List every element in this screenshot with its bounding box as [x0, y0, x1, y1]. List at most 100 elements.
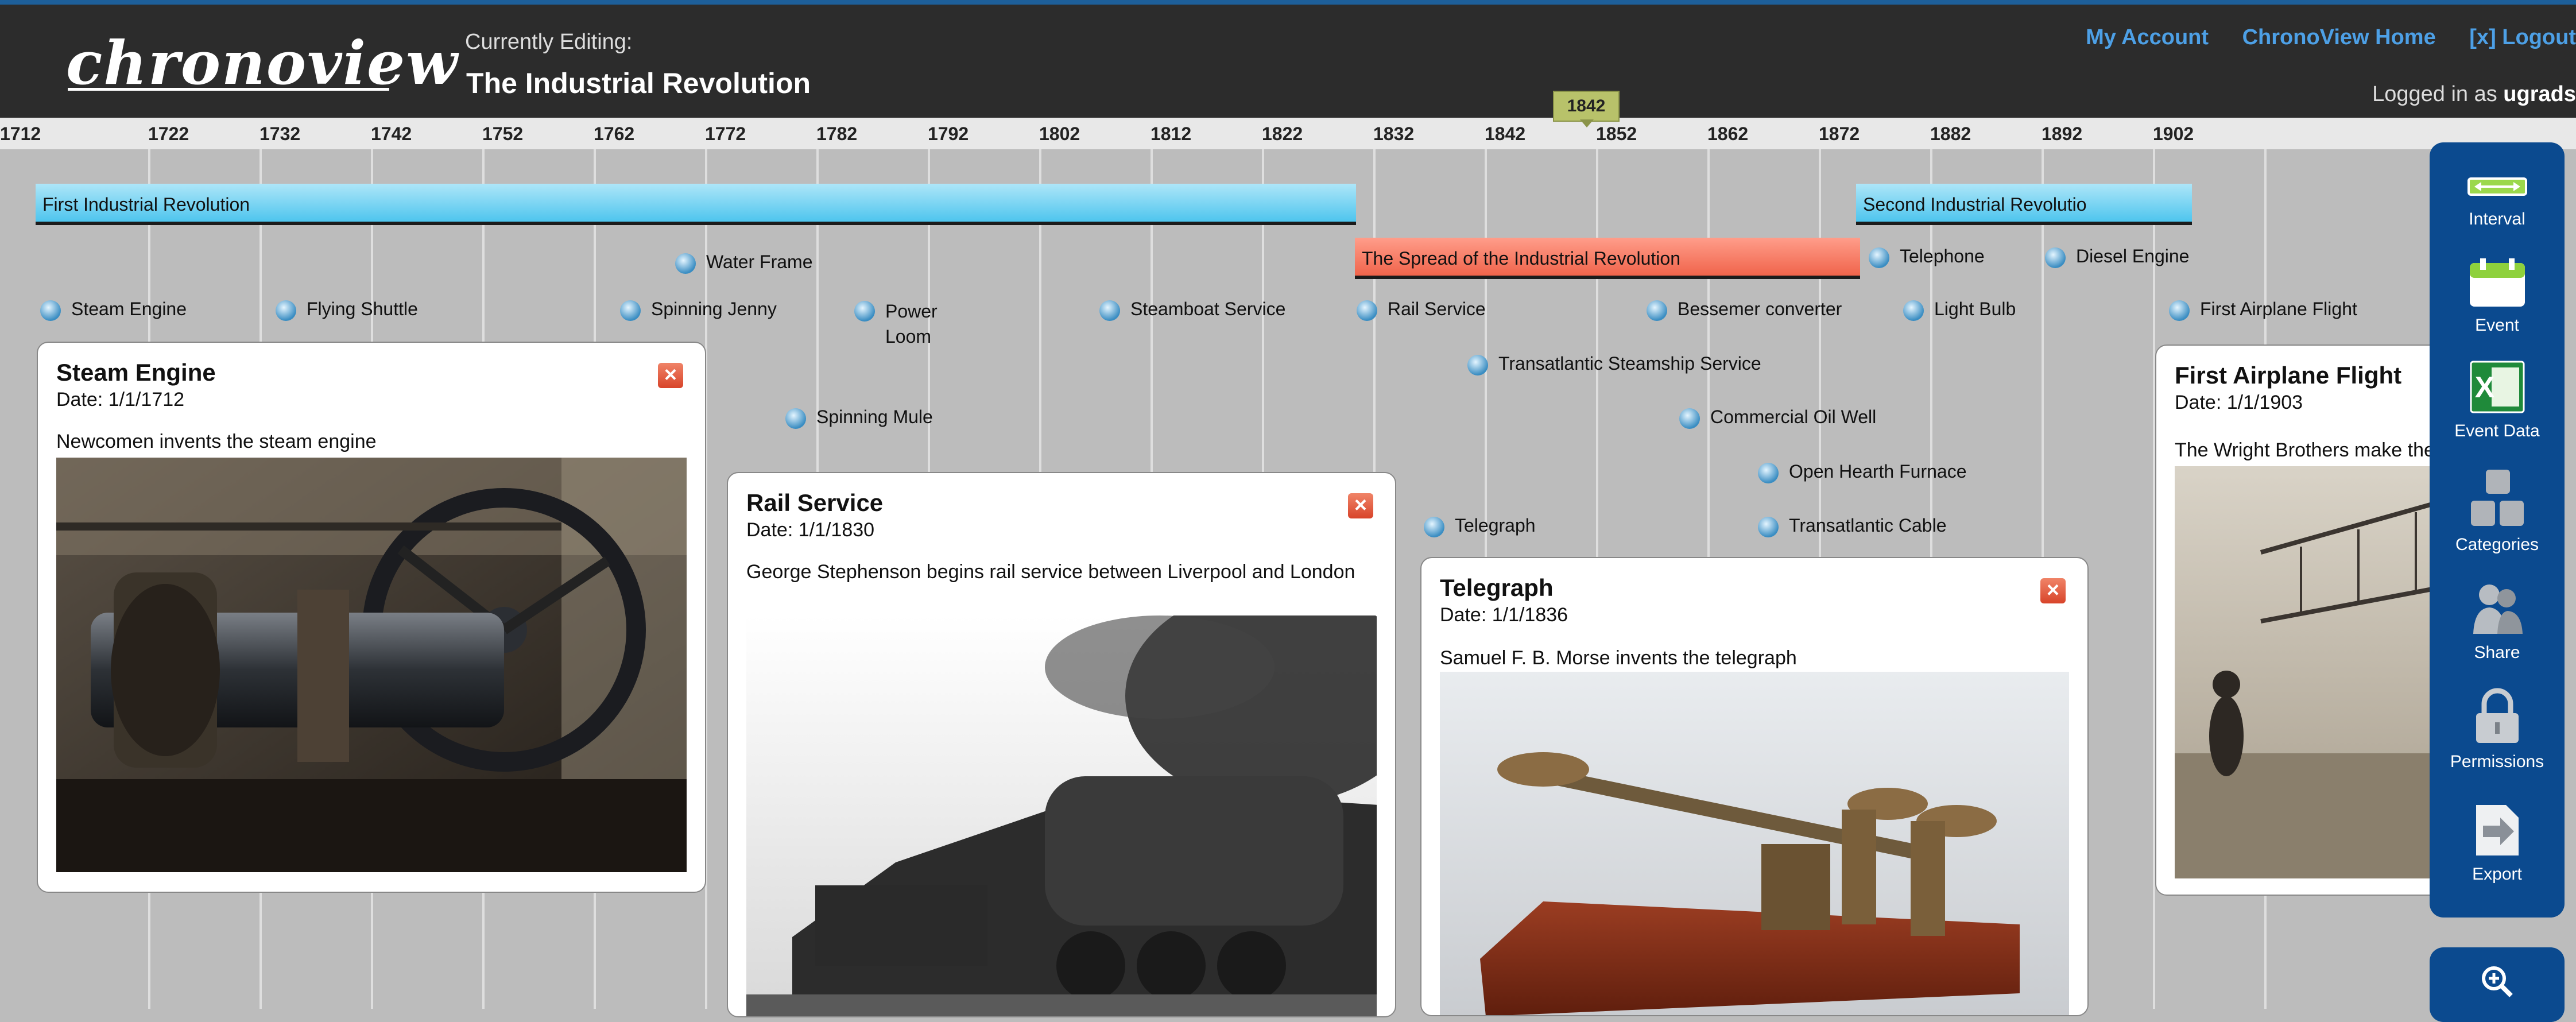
event-label: Light Bulb: [1934, 299, 2016, 319]
popup-description: Newcomen invents the steam engine: [56, 431, 377, 452]
event-power-loom[interactable]: Power Loom: [854, 299, 938, 349]
event-dot-icon: [1758, 516, 1779, 537]
editing-label: Currently Editing:: [465, 30, 633, 54]
event-dot-icon: [1357, 300, 1377, 321]
event-tool[interactable]: Event: [2430, 257, 2565, 335]
marker-pointer: [1580, 119, 1594, 127]
share-tool[interactable]: Share: [2430, 581, 2565, 663]
event-telephone[interactable]: Telephone: [1869, 246, 1985, 268]
popup-description: The Wright Brothers make the: [2175, 439, 2435, 461]
event-label: Spinning Mule: [816, 407, 933, 427]
year-tick: 1862: [1707, 123, 1749, 144]
popup-title: First Airplane Flight: [2175, 362, 2402, 389]
event-label: Power Loom: [885, 301, 938, 347]
event-dot-icon: [1679, 408, 1700, 429]
telegraph-key-image: [1440, 672, 2069, 1015]
event-dot-icon: [620, 300, 641, 321]
event-dot-icon: [1467, 354, 1488, 375]
event-dot-icon: [276, 300, 296, 321]
interval-spread-of-industrial-revolution[interactable]: The Spread of the Industrial Revolution: [1355, 238, 1860, 279]
year-tick: 1762: [594, 123, 635, 144]
year-tick: 1742: [371, 123, 412, 144]
event-bessemer-converter[interactable]: Bessemer converter: [1647, 299, 1842, 321]
logo-underline: [68, 88, 389, 91]
interval-first-industrial-revolution[interactable]: First Industrial Revolution: [36, 184, 1356, 225]
close-icon[interactable]: ×: [2040, 578, 2066, 603]
year-tick: 1782: [816, 123, 858, 144]
zoom-in-icon[interactable]: [2480, 965, 2515, 999]
home-link[interactable]: ChronoView Home: [2242, 25, 2436, 49]
popup-description: George Stephenson begins rail service be…: [746, 561, 1355, 583]
year-tick: 1822: [1262, 123, 1303, 144]
current-year-marker[interactable]: 1842: [1553, 91, 1620, 122]
event-dot-icon: [1758, 462, 1779, 483]
event-dot-icon: [785, 408, 806, 429]
lock-icon: [2476, 688, 2519, 743]
event-popup-rail-service: Rail Service Date: 1/1/1830 George Steph…: [727, 472, 1396, 1017]
year-tick: 1812: [1151, 123, 1192, 144]
share-icon: [2473, 584, 2523, 634]
event-telegraph[interactable]: Telegraph: [1424, 515, 1536, 537]
event-commercial-oil-well[interactable]: Commercial Oil Well: [1679, 407, 1876, 429]
timeline-title: The Industrial Revolution: [466, 67, 811, 99]
event-rail-service[interactable]: Rail Service: [1357, 299, 1486, 321]
event-dot-icon: [675, 253, 696, 274]
event-label: Transatlantic Steamship Service: [1498, 353, 1761, 374]
event-dot-icon: [1424, 516, 1444, 537]
export-tool[interactable]: Export: [2430, 803, 2565, 884]
event-popup-telegraph: Telegraph Date: 1/1/1836 Samuel F. B. Mo…: [1420, 557, 2089, 1016]
year-tick: 1852: [1596, 123, 1637, 144]
event-diesel-engine[interactable]: Diesel Engine: [2045, 246, 2189, 268]
event-transatlantic-cable[interactable]: Transatlantic Cable: [1758, 515, 1947, 537]
event-spinning-mule[interactable]: Spinning Mule: [785, 407, 933, 429]
event-label: Water Frame: [706, 251, 813, 272]
year-tick: 1832: [1373, 123, 1415, 144]
event-label: Steam Engine: [71, 299, 187, 319]
event-data-tool[interactable]: X Event Data: [2430, 359, 2565, 441]
year-tick: 1882: [1930, 123, 1971, 144]
event-light-bulb[interactable]: Light Bulb: [1903, 299, 2016, 321]
export-icon: [2476, 805, 2519, 855]
event-water-frame[interactable]: Water Frame: [675, 251, 813, 274]
event-transatlantic-steamship[interactable]: Transatlantic Steamship Service: [1467, 353, 1761, 375]
event-label: Steamboat Service: [1130, 299, 1286, 319]
permissions-tool[interactable]: Permissions: [2430, 688, 2565, 772]
airplane-image: [2175, 466, 2441, 878]
editor-toolbar: Interval Event X Event Data Categories S…: [2430, 142, 2565, 918]
svg-text:X: X: [2474, 371, 2494, 404]
event-popup-first-airplane-flight: First Airplane Flight Date: 1/1/1903 The…: [2155, 344, 2442, 896]
year-tick: 1802: [1039, 123, 1080, 144]
event-first-airplane-flight[interactable]: First Airplane Flight: [2169, 299, 2357, 321]
permissions-label: Permissions: [2450, 752, 2544, 771]
event-steam-engine[interactable]: Steam Engine: [40, 299, 187, 321]
event-label: Commercial Oil Well: [1710, 407, 1877, 427]
logout-link[interactable]: [x] Logout: [2469, 25, 2576, 49]
event-flying-shuttle[interactable]: Flying Shuttle: [276, 299, 418, 321]
event-label: Telegraph: [1455, 515, 1536, 536]
event-label: Rail Service: [1388, 299, 1486, 319]
steam-engine-image: [56, 458, 687, 872]
logged-in-prefix: Logged in as: [2372, 82, 2497, 106]
year-tick: 1722: [148, 123, 189, 144]
categories-tool[interactable]: Categories: [2430, 469, 2565, 555]
top-bar: chronoview Currently Editing: The Indust…: [0, 0, 2576, 118]
event-open-hearth-furnace[interactable]: Open Hearth Furnace: [1758, 461, 1967, 483]
event-dot-icon: [854, 301, 875, 322]
event-dot-icon: [1099, 300, 1120, 321]
close-icon[interactable]: ×: [658, 363, 683, 388]
timeline-ruler[interactable]: 1712 1722 1732 1742 1752 1762 1772 1782 …: [0, 118, 2576, 149]
event-spinning-jenny[interactable]: Spinning Jenny: [620, 299, 777, 321]
event-data-label: Event Data: [2454, 421, 2540, 440]
interval-second-industrial-revolution[interactable]: Second Industrial Revolutio: [1856, 184, 2192, 225]
year-tick: 1732: [259, 123, 301, 144]
popup-title: Steam Engine: [56, 359, 216, 386]
export-label: Export: [2472, 865, 2522, 884]
event-label: Telephone: [1900, 246, 1985, 266]
event-steamboat-service[interactable]: Steamboat Service: [1099, 299, 1285, 321]
logged-in-user: ugrads: [2503, 82, 2576, 106]
excel-icon: X: [2470, 361, 2524, 413]
event-label: Open Hearth Furnace: [1789, 461, 1967, 482]
my-account-link[interactable]: My Account: [2086, 25, 2209, 49]
interval-tool[interactable]: Interval: [2430, 168, 2565, 229]
close-icon[interactable]: ×: [1348, 493, 1373, 518]
